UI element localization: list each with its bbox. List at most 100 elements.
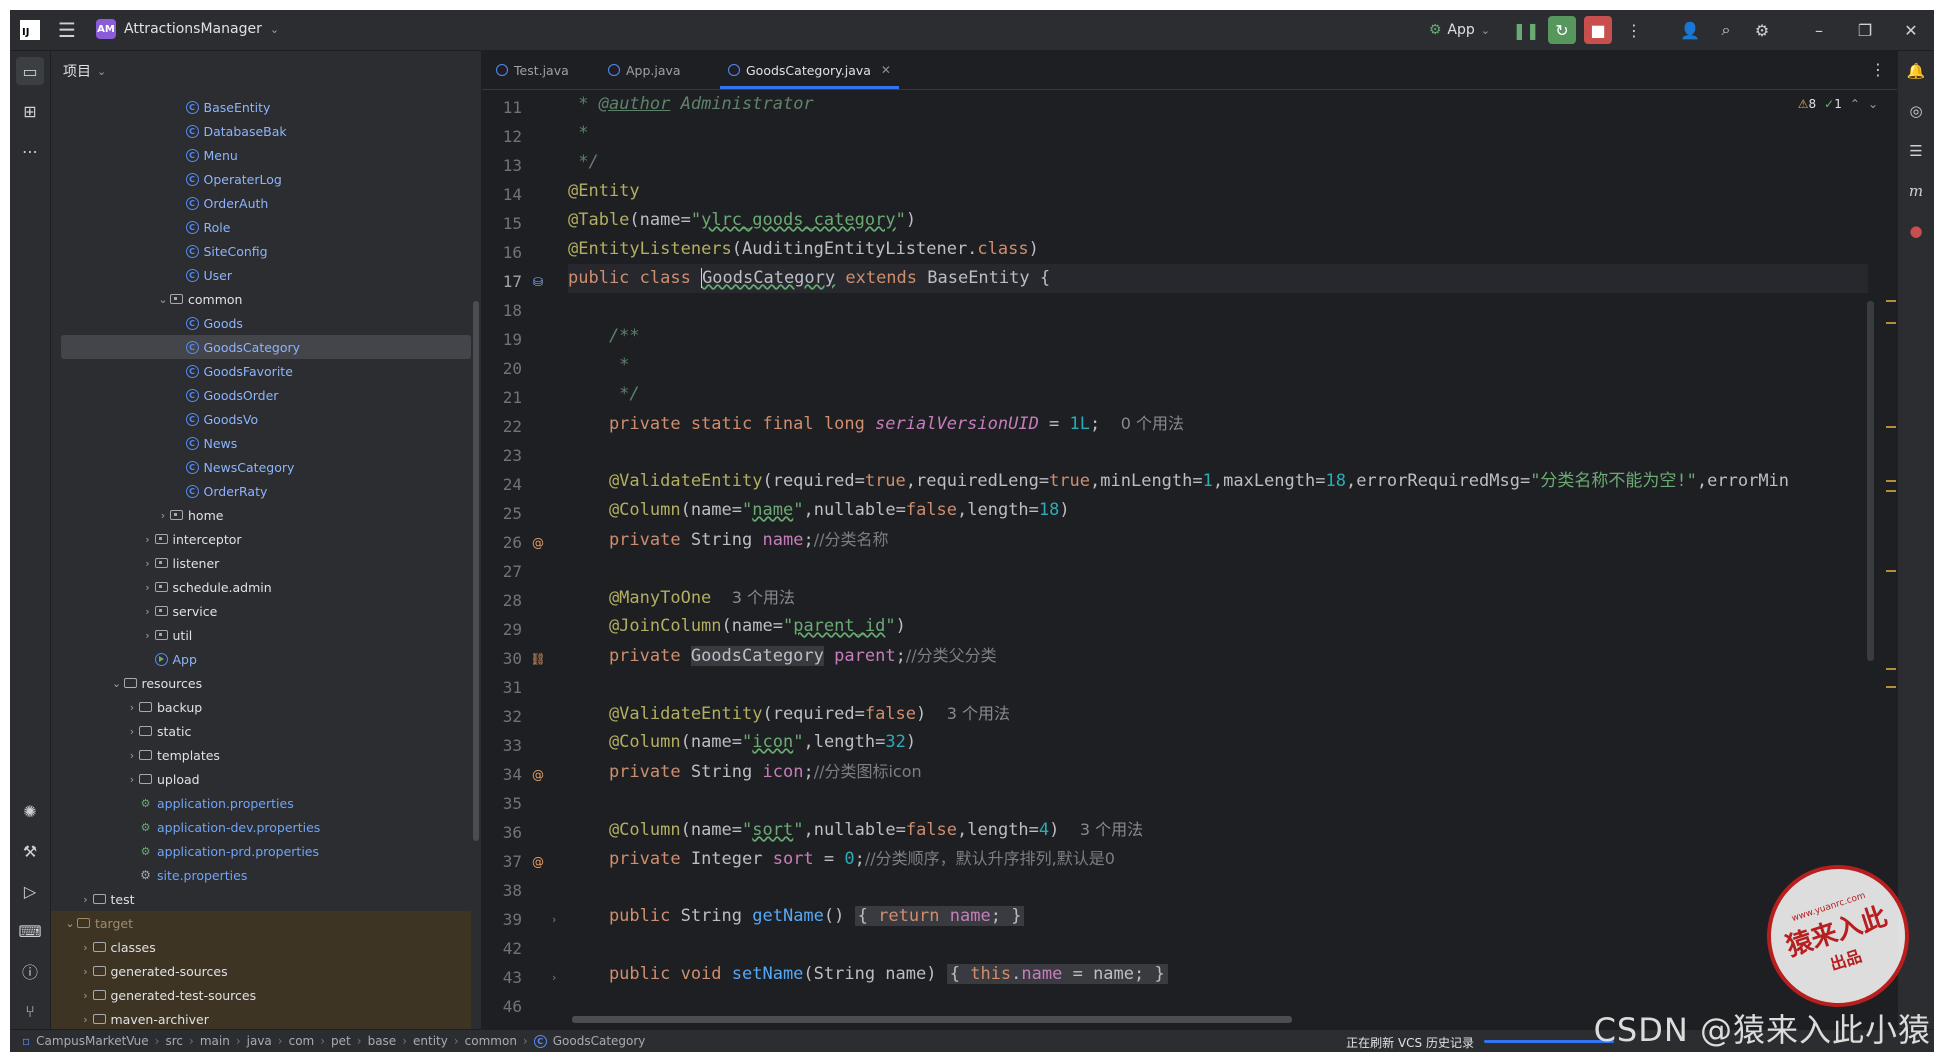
tree-item-role[interactable]: C Role <box>51 215 471 239</box>
breadcrumb-item[interactable]: GoodsCategory <box>553 1034 646 1048</box>
chevron-down-icon[interactable]: ⌄ <box>110 677 124 690</box>
terminal-icon[interactable]: ⌨ <box>16 917 44 945</box>
tree-item-menu[interactable]: C Menu <box>51 143 471 167</box>
at-icon[interactable]: @ <box>530 535 546 551</box>
hamburger-menu-icon[interactable]: ☰ <box>58 18 76 42</box>
chevron-right-icon[interactable]: › <box>141 533 155 546</box>
search-icon[interactable]: ⌕ <box>1712 16 1740 44</box>
structure-icon[interactable]: ⊞ <box>16 97 44 125</box>
tree-item-user[interactable]: C User <box>51 263 471 287</box>
line-number[interactable]: 12 <box>482 127 522 146</box>
tree-item-home[interactable]: › home <box>51 503 471 527</box>
tree-item-application-properties[interactable]: ⚙ application.properties <box>51 791 471 815</box>
link-icon[interactable]: ⛓ <box>530 651 546 667</box>
breadcrumb-item[interactable]: main <box>200 1034 230 1048</box>
breadcrumb-item[interactable]: java <box>247 1034 272 1048</box>
tree-item-goodscategory[interactable]: C GoodsCategory <box>61 335 471 359</box>
line-number[interactable]: 17 <box>482 272 522 291</box>
tree-item-goodsvo[interactable]: C GoodsVo <box>51 407 471 431</box>
line-number[interactable]: 29 <box>482 620 522 639</box>
run-config-selector[interactable]: ⚙ App ⌄ <box>1429 22 1490 38</box>
tree-item-orderraty[interactable]: C OrderRaty <box>51 479 471 503</box>
tree-item-operaterlog[interactable]: C OperaterLog <box>51 167 471 191</box>
chevron-right-icon[interactable]: › <box>79 893 93 906</box>
line-number[interactable]: 22 <box>482 417 522 436</box>
tree-item-generated-test-sources[interactable]: › generated-test-sources <box>51 983 471 1007</box>
problems-icon[interactable]: ⓘ <box>16 957 44 985</box>
db-icon[interactable]: ⛁ <box>530 274 546 290</box>
tree-item-classes[interactable]: › classes <box>51 935 471 959</box>
tree-item-application-dev-properties[interactable]: ⚙ application-dev.properties <box>51 815 471 839</box>
line-number[interactable]: 31 <box>482 678 522 697</box>
line-number[interactable]: 13 <box>482 156 522 175</box>
more-icon[interactable]: ⋮ <box>1620 16 1648 44</box>
tree-item-site-properties[interactable]: ⚙ site.properties <box>51 863 471 887</box>
ide-logo-icon[interactable]: IJ <box>20 20 40 40</box>
chevron-right-icon[interactable]: › <box>79 965 93 978</box>
breadcrumb-item[interactable]: entity <box>413 1034 448 1048</box>
tree-item-orderauth[interactable]: C OrderAuth <box>51 191 471 215</box>
line-number[interactable]: 36 <box>482 823 522 842</box>
chevron-right-icon[interactable]: › <box>79 1013 93 1026</box>
warning-mark[interactable] <box>1886 300 1896 302</box>
line-number[interactable]: 27 <box>482 562 522 581</box>
fold-icon[interactable]: › <box>552 971 556 984</box>
more-tools-icon[interactable]: ⋯ <box>16 137 44 165</box>
project-panel-header[interactable]: 项目 ⌄ <box>63 61 106 81</box>
line-number[interactable]: 28 <box>482 591 522 610</box>
tree-item-util[interactable]: › util <box>51 623 471 647</box>
chevron-right-icon[interactable]: › <box>125 701 139 714</box>
tab-test-java[interactable]: Test.java <box>496 51 569 89</box>
add-user-icon[interactable]: 👤 <box>1676 16 1704 44</box>
line-number[interactable]: 11 <box>482 98 522 117</box>
code-view[interactable]: * @author Administrator * */ @Entity @Ta… <box>568 90 1868 990</box>
line-number[interactable]: 16 <box>482 243 522 262</box>
project-folder-icon[interactable]: ▭ <box>16 57 44 85</box>
editor-vertical-scrollbar[interactable] <box>1867 301 1874 661</box>
tree-item-resources[interactable]: ⌄ resources <box>51 671 471 695</box>
build-icon[interactable]: ⚒ <box>16 837 44 865</box>
notifications-icon[interactable]: 🔔 <box>1902 57 1930 85</box>
tree-item-listener[interactable]: › listener <box>51 551 471 575</box>
settings-icon[interactable]: ⚙ <box>1748 16 1776 44</box>
line-number[interactable]: 38 <box>482 881 522 900</box>
tree-item-app[interactable]: App <box>51 647 471 671</box>
chevron-right-icon[interactable]: › <box>125 749 139 762</box>
line-number[interactable]: 32 <box>482 707 522 726</box>
run-icon[interactable]: ▷ <box>16 877 44 905</box>
line-number[interactable]: 30 <box>482 649 522 668</box>
chevron-right-icon[interactable]: › <box>141 629 155 642</box>
line-number[interactable]: 19 <box>482 330 522 349</box>
line-number[interactable]: 35 <box>482 794 522 813</box>
debug-icon[interactable]: ❚❚ <box>1512 16 1540 44</box>
tree-item-goodsorder[interactable]: C GoodsOrder <box>51 383 471 407</box>
line-number[interactable]: 23 <box>482 446 522 465</box>
warning-mark[interactable] <box>1886 490 1896 492</box>
line-number[interactable]: 14 <box>482 185 522 204</box>
project-selector[interactable]: AM AttractionsManager ⌄ <box>96 19 279 39</box>
chevron-right-icon[interactable]: › <box>125 725 139 738</box>
line-number[interactable]: 24 <box>482 475 522 494</box>
stop-icon[interactable]: ■ <box>1584 16 1612 44</box>
line-number[interactable]: 15 <box>482 214 522 233</box>
tree-item-goodsfavorite[interactable]: C GoodsFavorite <box>51 359 471 383</box>
error-stripe[interactable] <box>1884 90 1896 990</box>
tree-item-test[interactable]: › test <box>51 887 471 911</box>
plugin-icon[interactable]: ● <box>1902 217 1930 245</box>
tree-item-target[interactable]: ⌄ target <box>51 911 471 935</box>
close-tab-icon[interactable]: ✕ <box>881 63 891 77</box>
tab-goodscategory-java[interactable]: GoodsCategory.java ✕ <box>720 51 899 89</box>
tree-item-templates[interactable]: › templates <box>51 743 471 767</box>
chevron-down-icon[interactable]: ⌄ <box>63 917 77 930</box>
line-number[interactable]: 34 <box>482 765 522 784</box>
tree-item-schedule-admin[interactable]: › schedule.admin <box>51 575 471 599</box>
maven-icon[interactable]: m <box>1902 177 1930 205</box>
tree-item-siteconfig[interactable]: C SiteConfig <box>51 239 471 263</box>
warning-mark[interactable] <box>1886 570 1896 572</box>
chevron-down-icon[interactable]: ⌄ <box>156 293 170 306</box>
warning-mark[interactable] <box>1886 322 1896 324</box>
folded-block[interactable]: { this.name = name; } <box>946 964 1168 984</box>
folded-block[interactable]: { return name; } <box>854 906 1025 926</box>
chevron-right-icon[interactable]: › <box>79 941 93 954</box>
tree-item-upload[interactable]: › upload <box>51 767 471 791</box>
